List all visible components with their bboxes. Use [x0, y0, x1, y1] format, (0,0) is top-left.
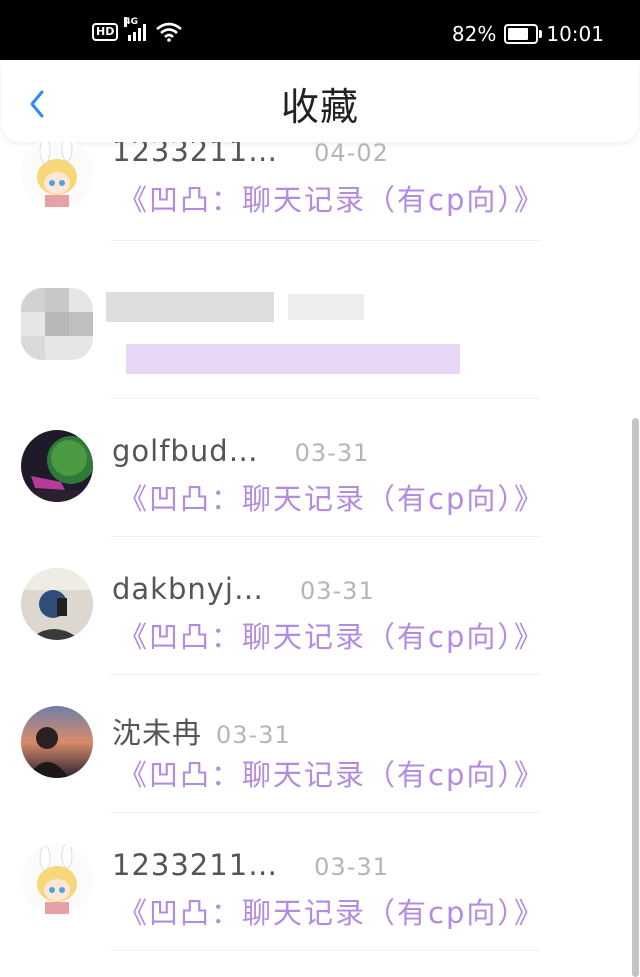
blurred-link — [126, 344, 460, 374]
wifi-icon — [156, 22, 183, 42]
author-name: 1233211… — [112, 142, 279, 168]
divider — [110, 398, 540, 399]
post-date: 03-31 — [299, 577, 375, 605]
list-item[interactable]: dakbnyj… 03-31 《凹凸：聊天记录（有cp向）》 — [0, 548, 600, 675]
post-date: 03-31 — [216, 721, 291, 749]
avatar — [21, 142, 93, 209]
blurred-name — [106, 292, 274, 322]
status-left: HD 4G — [92, 17, 183, 42]
battery-fill — [508, 28, 529, 40]
status-bar: HD 4G 82% 10:01 — [0, 0, 640, 60]
list-item[interactable]: golfbud… 03-31 《凹凸：聊天记录（有cp向）》 — [0, 410, 600, 537]
list-item-blurred[interactable] — [0, 262, 600, 399]
clock: 10:01 — [546, 22, 604, 46]
anime-avatar-icon — [21, 844, 93, 916]
name-row: dakbnyj… 03-31 — [112, 572, 375, 606]
divider — [110, 240, 540, 241]
avatar — [21, 706, 93, 778]
favorites-list: 1233211… 04-02 《凹凸：聊天记录（有cp向）》 golfbud… … — [0, 142, 640, 977]
name-row: 1233211… 03-31 — [112, 848, 389, 882]
post-date: 03-31 — [314, 853, 389, 881]
blurred-date — [288, 294, 364, 320]
selfie-avatar-icon — [21, 568, 93, 640]
list-item[interactable]: 沈未冉 03-31 《凹凸：聊天记录（有cp向）》 — [0, 686, 600, 813]
list-item[interactable]: 1233211… 03-31 《凹凸：聊天记录（有cp向）》 — [0, 824, 600, 951]
name-row: 沈未冉 03-31 — [112, 710, 291, 752]
divider — [110, 536, 540, 537]
anime-avatar-icon — [21, 142, 93, 209]
favorite-link[interactable]: 《凹凸：聊天记录（有cp向）》 — [118, 890, 545, 932]
divider — [110, 950, 540, 951]
signal-icon: 4G — [124, 17, 147, 41]
author-name: 沈未冉 — [112, 716, 203, 750]
name-row: golfbud… 03-31 — [112, 434, 369, 468]
battery-icon — [504, 24, 543, 44]
sunset-avatar-icon — [21, 706, 93, 778]
post-date: 04-02 — [314, 142, 389, 167]
avatar — [21, 844, 93, 916]
author-name: dakbnyj… — [112, 572, 264, 606]
list-item[interactable]: 1233211… 04-02 《凹凸：聊天记录（有cp向）》 — [0, 142, 600, 242]
author-name: 1233211… — [112, 848, 279, 882]
scrollbar[interactable] — [632, 418, 639, 977]
divider — [110, 812, 540, 813]
favorite-link[interactable]: 《凹凸：聊天记录（有cp向）》 — [118, 177, 545, 219]
post-date: 03-31 — [294, 439, 370, 467]
hd-icon: HD — [92, 23, 119, 41]
pixelated-image-icon — [21, 288, 93, 360]
name-row: 1233211… 04-02 — [112, 142, 389, 168]
battery-percent: 82% — [451, 22, 497, 46]
favorite-link[interactable]: 《凹凸：聊天记录（有cp向）》 — [118, 752, 545, 794]
blurred-avatar — [21, 288, 93, 360]
page-title: 收藏 — [280, 85, 359, 129]
nav-header: 收藏 — [2, 60, 638, 142]
divider — [110, 674, 540, 675]
favorite-link[interactable]: 《凹凸：聊天记录（有cp向）》 — [118, 476, 545, 518]
author-name: golfbud… — [112, 434, 259, 468]
green-ball-avatar-icon — [21, 430, 93, 502]
network-type-label: 4G — [124, 17, 138, 27]
favorite-link[interactable]: 《凹凸：聊天记录（有cp向）》 — [118, 614, 545, 656]
status-right: 82% 10:01 — [452, 22, 604, 46]
avatar — [21, 430, 93, 502]
avatar — [21, 568, 93, 640]
